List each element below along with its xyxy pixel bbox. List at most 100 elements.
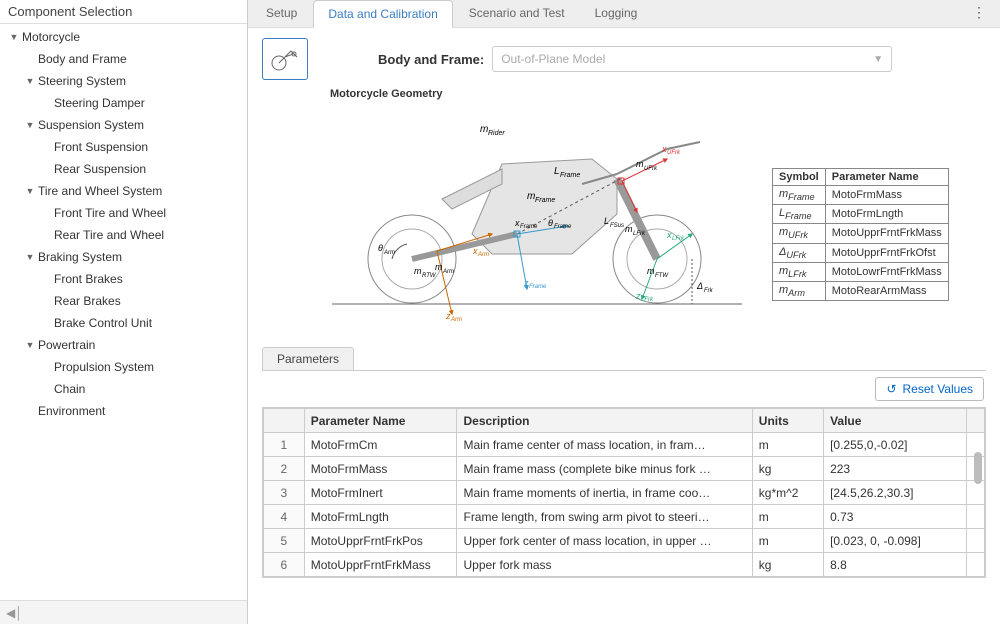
legend-row: ΔUFrkMotoUpprFrntFrkOfst xyxy=(773,243,949,262)
svg-text:Frame: Frame xyxy=(554,224,572,230)
tree-item-front-brakes[interactable]: Front Brakes xyxy=(0,268,247,290)
model-select[interactable]: Out-of-Plane Model ▼ xyxy=(492,46,892,72)
tree-item-steering-system[interactable]: ▼Steering System xyxy=(0,70,247,92)
legend-head-symbol: Symbol xyxy=(773,169,826,186)
cell-desc[interactable]: Upper fork center of mass location, in u… xyxy=(457,529,752,553)
cell-units[interactable]: kg*m^2 xyxy=(752,481,823,505)
tab-parameters[interactable]: Parameters xyxy=(262,347,354,370)
svg-text:UFrk: UFrk xyxy=(667,150,681,156)
col-head-value[interactable]: Value xyxy=(824,409,967,433)
col-head-desc[interactable]: Description xyxy=(457,409,752,433)
cell-units[interactable]: m xyxy=(752,433,823,457)
table-row[interactable]: 5MotoUpprFrntFrkPosUpper fork center of … xyxy=(264,529,985,553)
tab-data-and-calibration[interactable]: Data and Calibration xyxy=(313,0,452,28)
tree-item-front-tire-and-wheel[interactable]: Front Tire and Wheel xyxy=(0,202,247,224)
table-row[interactable]: 2MotoFrmMassMain frame mass (complete bi… xyxy=(264,457,985,481)
cell-name[interactable]: MotoUpprFrntFrkMass xyxy=(304,553,457,577)
tree-item-label: Steering System xyxy=(38,74,126,88)
parameters-table: Parameter Name Description Units Value 1… xyxy=(263,408,985,577)
tree-item-rear-suspension[interactable]: Rear Suspension xyxy=(0,158,247,180)
cell-desc[interactable]: Frame length, from swing arm pivot to st… xyxy=(457,505,752,529)
legend-name: MotoUpprFrntFrkOfst xyxy=(825,243,948,262)
svg-text:m: m xyxy=(647,266,655,276)
tree-item-label: Environment xyxy=(38,404,105,418)
collapse-left-icon[interactable]: ◀│ xyxy=(6,606,23,620)
cell-value[interactable]: 223 xyxy=(824,457,967,481)
tab-logging[interactable]: Logging xyxy=(581,0,652,27)
table-row[interactable]: 1MotoFrmCmMain frame center of mass loca… xyxy=(264,433,985,457)
col-head-index[interactable] xyxy=(264,409,305,433)
cell-name[interactable]: MotoFrmInert xyxy=(304,481,457,505)
tree-item-front-suspension[interactable]: Front Suspension xyxy=(0,136,247,158)
table-row[interactable]: 6MotoUpprFrntFrkMassUpper fork masskg8.8 xyxy=(264,553,985,577)
tree-item-rear-brakes[interactable]: Rear Brakes xyxy=(0,290,247,312)
svg-text:m: m xyxy=(435,262,443,272)
cell-desc[interactable]: Main frame center of mass location, in f… xyxy=(457,433,752,457)
tree-item-propulsion-system[interactable]: Propulsion System xyxy=(0,356,247,378)
svg-text:Arm: Arm xyxy=(450,317,462,323)
svg-text:L: L xyxy=(604,216,609,226)
cell-name[interactable]: MotoFrmLngth xyxy=(304,505,457,529)
tree-item-chain[interactable]: Chain xyxy=(0,378,247,400)
tree-item-steering-damper[interactable]: Steering Damper xyxy=(0,92,247,114)
row-index: 4 xyxy=(264,505,305,529)
cell-pad xyxy=(966,553,984,577)
tree-item-powertrain[interactable]: ▼Powertrain xyxy=(0,334,247,356)
cell-value[interactable]: [0.023, 0, -0.098] xyxy=(824,529,967,553)
tree-item-label: Braking System xyxy=(38,250,122,264)
cell-desc[interactable]: Main frame mass (complete bike minus for… xyxy=(457,457,752,481)
scrollbar-thumb[interactable] xyxy=(974,452,982,484)
tab-more-menu[interactable]: ⋮ xyxy=(962,0,996,27)
sidebar: Component Selection ▼MotorcycleBody and … xyxy=(0,0,248,624)
cell-value[interactable]: 0.73 xyxy=(824,505,967,529)
tree-item-label: Motorcycle xyxy=(22,30,80,44)
cell-name[interactable]: MotoFrmCm xyxy=(304,433,457,457)
tree-item-rear-tire-and-wheel[interactable]: Rear Tire and Wheel xyxy=(0,224,247,246)
legend-symbol: mFrame xyxy=(773,186,826,205)
cell-name[interactable]: MotoUpprFrntFrkPos xyxy=(304,529,457,553)
tab-scenario-and-test[interactable]: Scenario and Test xyxy=(455,0,579,27)
tree-item-label: Body and Frame xyxy=(38,52,127,66)
legend-row: LFrameMotoFrmLngth xyxy=(773,205,949,224)
col-head-units[interactable]: Units xyxy=(752,409,823,433)
legend-name: MotoUpprFrntFrkMass xyxy=(825,224,948,243)
chevron-down-icon: ▼ xyxy=(24,186,36,196)
svg-text:Rider: Rider xyxy=(488,130,505,137)
tree-item-braking-system[interactable]: ▼Braking System xyxy=(0,246,247,268)
table-row[interactable]: 4MotoFrmLngthFrame length, from swing ar… xyxy=(264,505,985,529)
cell-units[interactable]: kg xyxy=(752,553,823,577)
cell-name[interactable]: MotoFrmMass xyxy=(304,457,457,481)
tree-item-suspension-system[interactable]: ▼Suspension System xyxy=(0,114,247,136)
tree-item-label: Tire and Wheel System xyxy=(38,184,162,198)
table-row[interactable]: 3MotoFrmInertMain frame moments of inert… xyxy=(264,481,985,505)
cell-units[interactable]: m xyxy=(752,505,823,529)
col-head-name[interactable]: Parameter Name xyxy=(304,409,457,433)
tree-item-motorcycle[interactable]: ▼Motorcycle xyxy=(0,26,247,48)
tree-item-tire-and-wheel-system[interactable]: ▼Tire and Wheel System xyxy=(0,180,247,202)
body-frame-thumbnail[interactable] xyxy=(262,38,308,80)
sidebar-footer: ◀│ xyxy=(0,600,247,624)
cell-value[interactable]: 8.8 xyxy=(824,553,967,577)
cell-desc[interactable]: Upper fork mass xyxy=(457,553,752,577)
cell-value[interactable]: [0.255,0,-0.02] xyxy=(824,433,967,457)
chevron-down-icon: ▼ xyxy=(24,76,36,86)
content: Body and Frame: Out-of-Plane Model ▼ Mot… xyxy=(248,28,1000,624)
chevron-down-icon: ▼ xyxy=(24,120,36,130)
svg-text:RTW: RTW xyxy=(422,273,437,279)
cell-units[interactable]: kg xyxy=(752,457,823,481)
body-frame-label: Body and Frame: xyxy=(378,52,484,67)
tree-item-brake-control-unit[interactable]: Brake Control Unit xyxy=(0,312,247,334)
tree-item-environment[interactable]: Environment xyxy=(0,400,247,422)
tree-item-body-and-frame[interactable]: Body and Frame xyxy=(0,48,247,70)
svg-text:Frame: Frame xyxy=(529,284,547,290)
tab-setup[interactable]: Setup xyxy=(252,0,311,27)
row-index: 1 xyxy=(264,433,305,457)
main-area: SetupData and CalibrationScenario and Te… xyxy=(248,0,1000,624)
legend-row: mFrameMotoFrmMass xyxy=(773,186,949,205)
cell-desc[interactable]: Main frame moments of inertia, in frame … xyxy=(457,481,752,505)
cell-units[interactable]: m xyxy=(752,529,823,553)
reset-values-button[interactable]: ↺ Reset Values xyxy=(875,377,984,401)
svg-text:Δ: Δ xyxy=(696,281,703,291)
tree-item-label: Rear Suspension xyxy=(54,162,146,176)
cell-value[interactable]: [24.5,26.2,30.3] xyxy=(824,481,967,505)
